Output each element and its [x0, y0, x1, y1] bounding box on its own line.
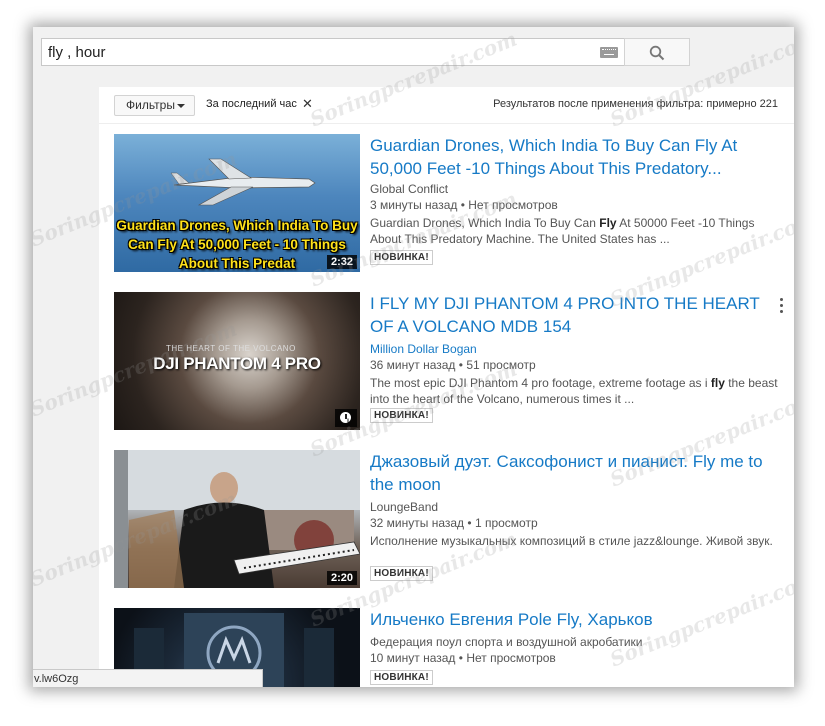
keyboard-icon[interactable]	[600, 47, 618, 58]
video-description: The most epic DJI Phantom 4 pro footage,…	[370, 375, 780, 407]
video-title[interactable]: Джазовый дуэт. Саксофонист и пианист. Fl…	[370, 450, 770, 496]
browser-window: Фильтры За последний час ✕ Результатов п…	[33, 27, 794, 687]
drone-icon	[170, 158, 316, 206]
thumbnail-caption: Guardian Drones, Which India To Buy Can …	[116, 218, 358, 271]
filters-button[interactable]: Фильтры	[114, 95, 195, 116]
video-meta: 36 минут назад • 51 просмотр	[370, 358, 536, 372]
view-count: Нет просмотров	[468, 198, 558, 212]
result-item: THE HEART OF THE VOLCANO DJI PHANTOM 4 P…	[114, 292, 784, 432]
more-options-icon[interactable]	[780, 298, 784, 314]
new-badge: НОВИНКА!	[370, 408, 433, 423]
video-thumbnail[interactable]: 2:20	[114, 450, 360, 588]
search-input[interactable]	[48, 39, 588, 65]
view-count: 51 просмотр	[466, 358, 536, 372]
thumbnail-subcaption: THE HEART OF THE VOLCANO	[166, 344, 296, 353]
upload-time: 36 минут назад	[370, 358, 456, 372]
video-duration: 2:20	[326, 571, 357, 585]
search-button[interactable]	[624, 38, 690, 66]
results-panel: Фильтры За последний час ✕ Результатов п…	[99, 87, 794, 687]
search-icon	[649, 45, 665, 61]
desc-text: The most epic DJI Phantom 4 pro footage,…	[370, 376, 711, 390]
new-badge: НОВИНКА!	[370, 670, 433, 685]
video-description: Исполнение музыкальных композиций в стил…	[370, 533, 780, 549]
status-bar-url: v.lw6Ozg	[33, 669, 263, 687]
chevron-down-icon	[177, 104, 185, 108]
result-item: 2:20 Джазовый дуэт. Саксофонист и пианис…	[114, 450, 784, 590]
video-meta: 3 минуты назад • Нет просмотров	[370, 198, 558, 212]
video-title[interactable]: I FLY MY DJI PHANTOM 4 PRO INTO THE HEAR…	[370, 292, 770, 338]
close-icon[interactable]: ✕	[302, 97, 313, 110]
desc-highlight: Fly	[599, 216, 617, 230]
active-filter-label: За последний час	[206, 98, 297, 110]
video-meta: 32 минуты назад • 1 просмотр	[370, 516, 538, 530]
desc-text: Исполнение музыкальных композиций в стил…	[370, 534, 773, 548]
pianist-image	[114, 450, 360, 588]
video-meta: 10 минут назад • Нет просмотров	[370, 651, 556, 665]
channel-name[interactable]: Million Dollar Bogan	[370, 342, 477, 356]
video-duration: 2:32	[326, 255, 357, 269]
active-filter-chip: За последний час ✕	[206, 97, 313, 110]
view-count: 1 просмотр	[474, 516, 538, 530]
channel-name[interactable]: Global Conflict	[370, 182, 448, 196]
desc-text: Guardian Drones, Which India To Buy Can	[370, 216, 600, 230]
video-title[interactable]: Ильченко Евгения Pole Fly, Харьков	[370, 608, 770, 631]
filter-bar: Фильтры За последний час ✕ Результатов п…	[99, 87, 794, 124]
channel-name[interactable]: LoungeBand	[370, 500, 438, 514]
upload-time: 10 минут назад	[370, 651, 456, 665]
desc-highlight: fly	[710, 376, 725, 390]
video-thumbnail[interactable]: THE HEART OF THE VOLCANO DJI PHANTOM 4 P…	[114, 292, 360, 430]
upload-time: 3 минуты назад	[370, 198, 458, 212]
result-item: Guardian Drones, Which India To Buy Can …	[114, 134, 784, 274]
search-box	[41, 38, 625, 66]
video-title[interactable]: Guardian Drones, Which India To Buy Can …	[370, 134, 770, 180]
thumbnail-caption: DJI PHANTOM 4 PRO	[153, 354, 321, 373]
view-count: Нет просмотров	[466, 651, 556, 665]
new-badge: НОВИНКА!	[370, 250, 433, 265]
upload-time: 32 минуты назад	[370, 516, 465, 530]
video-thumbnail[interactable]: Guardian Drones, Which India To Buy Can …	[114, 134, 360, 272]
new-badge: НОВИНКА!	[370, 566, 433, 581]
video-description: Guardian Drones, Which India To Buy Can …	[370, 215, 780, 247]
results-count: Результатов после применения фильтра: пр…	[493, 98, 778, 110]
channel-name[interactable]: Федерация поул спорта и воздушной акроба…	[370, 635, 642, 649]
filters-label: Фильтры	[126, 98, 175, 112]
watch-later-icon[interactable]	[335, 409, 357, 427]
